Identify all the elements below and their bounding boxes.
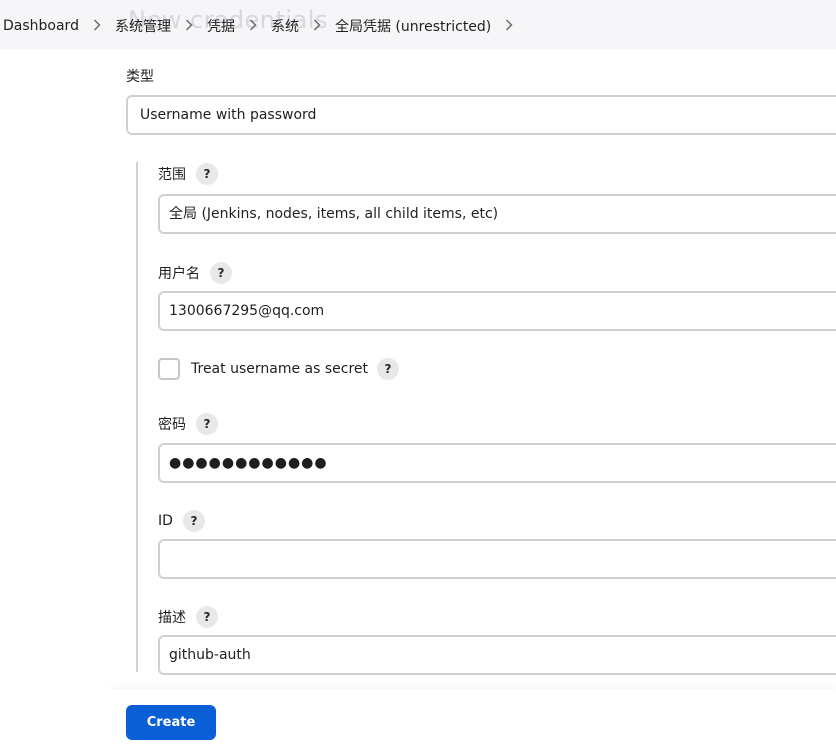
description-label-row: 描述 ? bbox=[158, 606, 218, 628]
id-label: ID bbox=[158, 513, 173, 529]
chevron-right-icon[interactable] bbox=[491, 18, 527, 34]
treat-username-secret-checkbox[interactable] bbox=[158, 358, 180, 380]
help-icon[interactable]: ? bbox=[196, 606, 218, 628]
section-divider bbox=[136, 162, 138, 672]
breadcrumb-system[interactable]: 系统 bbox=[271, 16, 299, 36]
id-input[interactable] bbox=[158, 539, 836, 579]
breadcrumb-bar: New credentials Dashboard 系统管理 凭据 系统 全局凭… bbox=[0, 0, 836, 50]
id-label-row: ID ? bbox=[158, 510, 205, 532]
chevron-right-icon[interactable] bbox=[299, 18, 335, 34]
treat-username-secret-row: Treat username as secret ? bbox=[158, 358, 399, 380]
scope-select[interactable]: 全局 (Jenkins, nodes, items, all child ite… bbox=[158, 194, 836, 234]
help-icon[interactable]: ? bbox=[196, 163, 218, 185]
chevron-right-icon[interactable] bbox=[171, 18, 207, 34]
create-button[interactable]: Create bbox=[126, 705, 216, 740]
chevron-right-icon[interactable] bbox=[79, 18, 115, 34]
treat-username-secret-label[interactable]: Treat username as secret bbox=[191, 361, 368, 377]
scope-label: 范围 bbox=[158, 167, 186, 183]
help-icon[interactable]: ? bbox=[377, 358, 399, 380]
description-label: 描述 bbox=[158, 610, 186, 626]
kind-label: 类型 bbox=[126, 69, 154, 85]
chevron-right-icon[interactable] bbox=[235, 18, 271, 34]
username-label: 用户名 bbox=[158, 266, 200, 282]
username-label-row: 用户名 ? bbox=[158, 262, 232, 284]
breadcrumb: Dashboard 系统管理 凭据 系统 全局凭据 (unrestricted) bbox=[3, 16, 527, 36]
description-input[interactable]: github-auth bbox=[158, 635, 836, 675]
password-input[interactable]: ●●●●●●●●●●●● bbox=[158, 443, 836, 483]
scope-label-row: 范围 ? bbox=[158, 163, 218, 185]
password-label: 密码 bbox=[158, 417, 186, 433]
breadcrumb-system-management[interactable]: 系统管理 bbox=[115, 16, 171, 36]
username-input[interactable]: 1300667295@qq.com bbox=[158, 291, 836, 331]
password-label-row: 密码 ? bbox=[158, 413, 218, 435]
breadcrumb-dashboard[interactable]: Dashboard bbox=[3, 18, 79, 34]
kind-select[interactable]: Username with password bbox=[126, 95, 836, 135]
help-icon[interactable]: ? bbox=[182, 510, 205, 532]
help-icon[interactable]: ? bbox=[196, 413, 218, 435]
breadcrumb-global-credentials[interactable]: 全局凭据 (unrestricted) bbox=[335, 16, 491, 36]
help-icon[interactable]: ? bbox=[210, 262, 232, 284]
breadcrumb-credentials[interactable]: 凭据 bbox=[207, 16, 235, 36]
